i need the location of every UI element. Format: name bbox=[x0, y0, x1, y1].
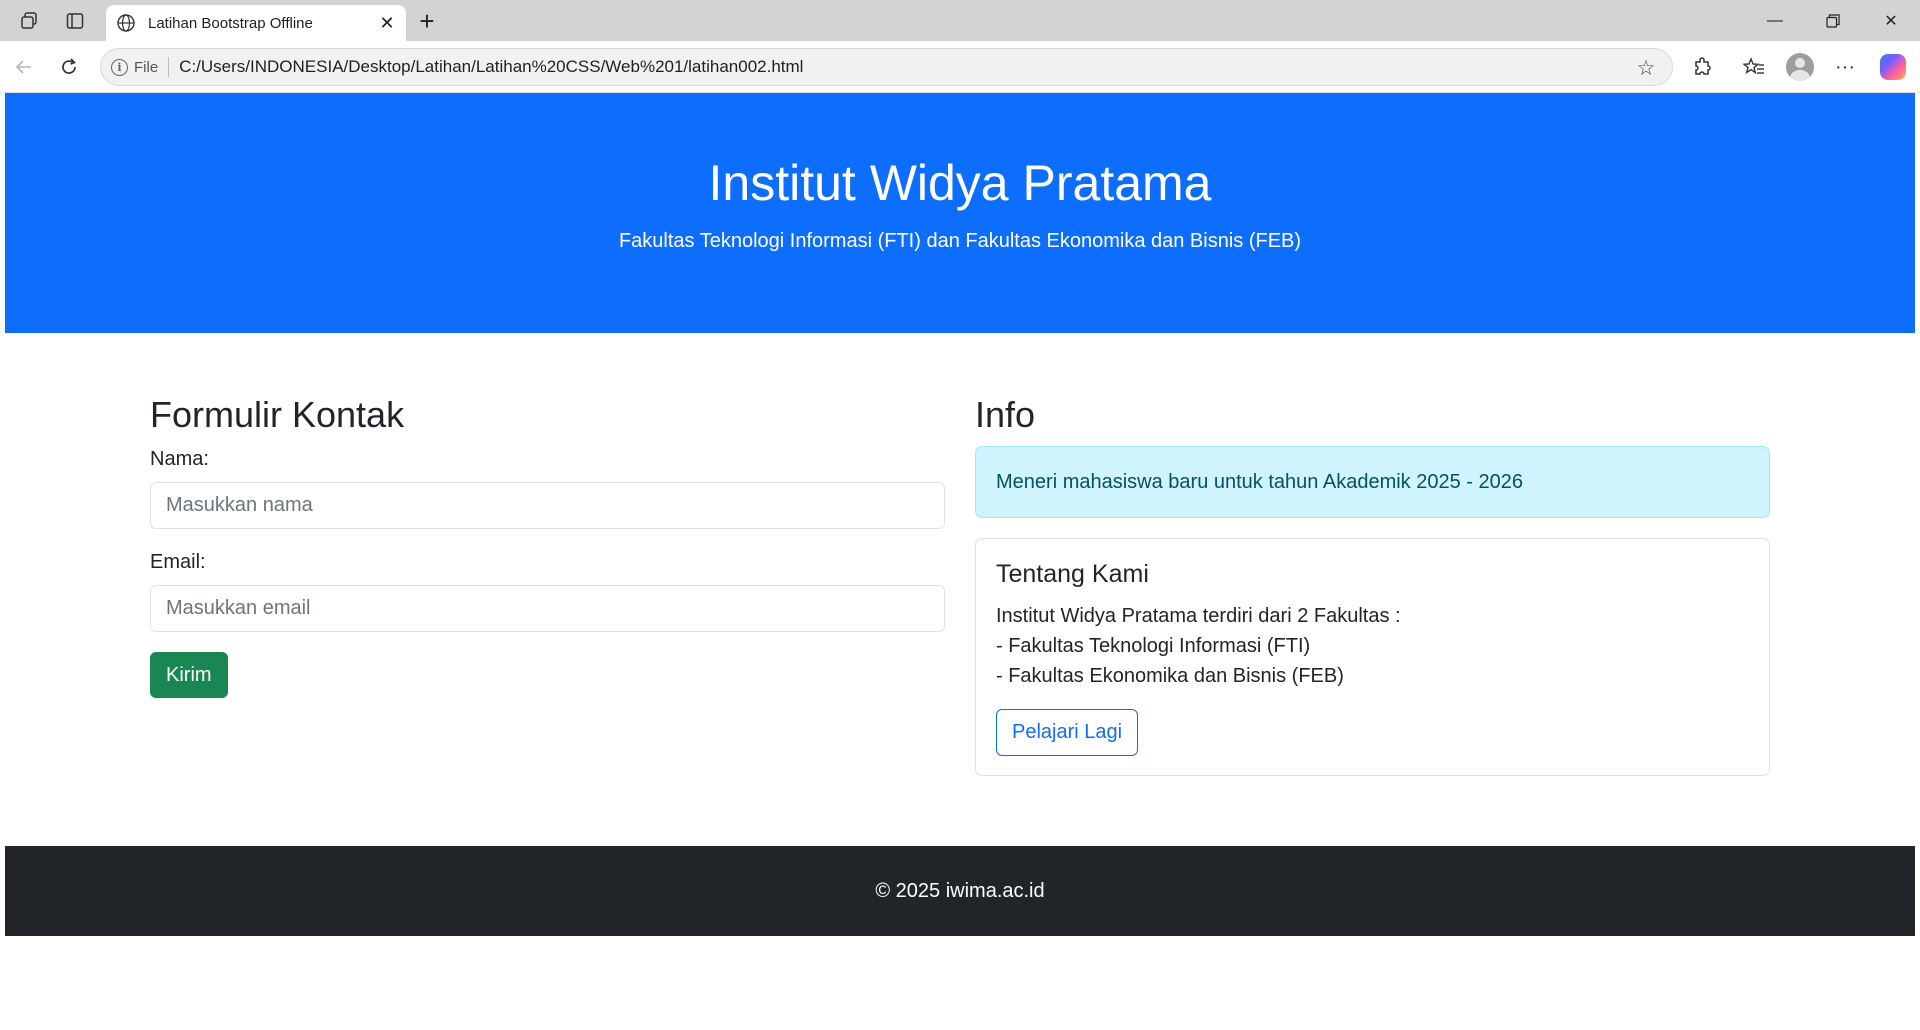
minimize-icon[interactable]: — bbox=[1752, 6, 1798, 36]
star-icon[interactable]: ☆ bbox=[1632, 54, 1660, 82]
site-info-button[interactable]: i File bbox=[111, 58, 159, 76]
plus-icon[interactable]: + bbox=[412, 6, 442, 36]
workspaces-icon[interactable] bbox=[17, 8, 43, 34]
copilot-icon[interactable] bbox=[1880, 54, 1906, 80]
url-text[interactable]: C:/Users/INDONESIA/Desktop/Latihan/Latih… bbox=[179, 57, 803, 77]
profile-icon[interactable] bbox=[1786, 53, 1814, 81]
about-card-line: - Fakultas Teknologi Informasi (FTI) bbox=[996, 635, 1311, 658]
page-viewport: Institut Widya Pratama Fakultas Teknolog… bbox=[5, 93, 1915, 1025]
favorites-icon[interactable] bbox=[1739, 52, 1769, 82]
submit-button[interactable]: Kirim bbox=[150, 652, 228, 699]
address-bar[interactable]: i File C:/Users/INDONESIA/Desktop/Latiha… bbox=[100, 48, 1673, 86]
name-label: Nama: bbox=[150, 448, 209, 471]
hero-subtitle: Fakultas Teknologi Informasi (FTI) dan F… bbox=[618, 230, 1302, 252]
tab-actions-icon[interactable] bbox=[62, 8, 88, 34]
info-alert-text: Meneri mahasiswa baru untuk tahun Akadem… bbox=[996, 470, 1523, 493]
site-info-label: File bbox=[134, 58, 159, 76]
contact-form-heading: Formulir Kontak bbox=[150, 394, 405, 435]
close-icon[interactable]: ✕ bbox=[374, 10, 400, 36]
email-field-group: Email: bbox=[150, 549, 945, 633]
window-close-icon[interactable]: ✕ bbox=[1868, 6, 1914, 36]
contact-form: Nama: Email: Kirim bbox=[150, 446, 945, 699]
about-card-title: Tentang Kami bbox=[996, 560, 1149, 589]
more-icon[interactable]: ··· bbox=[1830, 52, 1860, 82]
restore-icon[interactable] bbox=[1810, 6, 1856, 36]
url-divider bbox=[168, 57, 170, 77]
hero-title: Institut Widya Pratama bbox=[708, 155, 1212, 211]
about-card: Tentang Kami Institut Widya Pratama terd… bbox=[975, 538, 1770, 777]
name-field-group: Nama: bbox=[150, 446, 945, 530]
contact-form-section: Formulir Kontak Nama: Email: Kirim bbox=[150, 393, 945, 699]
info-icon: i bbox=[111, 58, 128, 76]
email-input[interactable] bbox=[150, 585, 945, 633]
puzzle-icon[interactable] bbox=[1688, 52, 1718, 82]
learn-more-button[interactable]: Pelajari Lagi bbox=[996, 709, 1139, 757]
browser-toolbar: i File C:/Users/INDONESIA/Desktop/Latiha… bbox=[0, 41, 1920, 93]
refresh-icon[interactable] bbox=[53, 51, 85, 83]
back-arrow-icon[interactable] bbox=[8, 51, 40, 83]
email-label: Email: bbox=[150, 551, 206, 574]
footer-text: © 2025 iwima.ac.id bbox=[875, 879, 1045, 902]
about-card-line: Institut Widya Pratama terdiri dari 2 Fa… bbox=[996, 605, 1401, 628]
name-input[interactable] bbox=[150, 482, 945, 530]
about-card-line: - Fakultas Ekonomika dan Bisnis (FEB) bbox=[996, 665, 1344, 688]
hero-banner: Institut Widya Pratama Fakultas Teknolog… bbox=[5, 93, 1915, 333]
info-heading: Info bbox=[975, 394, 1036, 435]
tab-title: Latihan Bootstrap Offline bbox=[148, 14, 313, 32]
info-alert: Meneri mahasiswa baru untuk tahun Akadem… bbox=[975, 446, 1770, 519]
active-tab[interactable]: Latihan Bootstrap Offline ✕ bbox=[106, 5, 406, 41]
info-section: Info Meneri mahasiswa baru untuk tahun A… bbox=[975, 393, 1770, 777]
tab-strip: Latihan Bootstrap Offline ✕ + — ✕ bbox=[0, 0, 1920, 41]
page-footer: © 2025 iwima.ac.id bbox=[5, 846, 1915, 936]
globe-icon bbox=[114, 11, 138, 35]
